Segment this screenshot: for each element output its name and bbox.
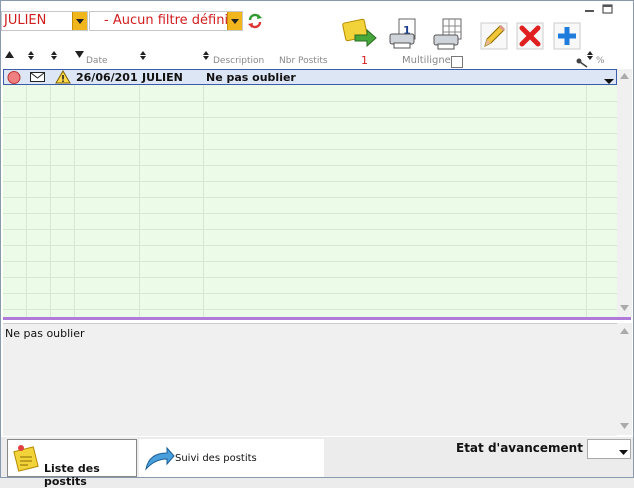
postit-text-area[interactable]: Ne pas oublier <box>3 323 617 436</box>
table-scrollbar[interactable] <box>617 69 632 317</box>
table-row[interactable] <box>3 293 617 310</box>
user-select[interactable]: JULIEN <box>1 11 88 31</box>
etat-avancement-select[interactable] <box>587 439 631 459</box>
memo-scrollbar[interactable] <box>617 323 632 435</box>
add-button[interactable] <box>552 21 582 51</box>
table-row[interactable] <box>3 149 617 166</box>
splitter[interactable] <box>3 317 631 320</box>
table-row[interactable] <box>3 245 617 262</box>
etat-avancement-label: Etat d'avancement <box>456 441 583 455</box>
restore-button[interactable] <box>599 3 617 15</box>
tab-liste-postits[interactable]: Liste des postits <box>7 439 137 488</box>
envelope-icon <box>30 72 46 86</box>
table-row[interactable] <box>3 229 617 246</box>
chevron-down-icon[interactable] <box>227 12 242 30</box>
sort-icon[interactable] <box>28 51 34 62</box>
table-row[interactable] <box>3 117 617 134</box>
user-select-value: JULIEN <box>4 13 47 28</box>
delete-button[interactable] <box>515 21 545 51</box>
postit-icon <box>12 443 42 476</box>
table-row[interactable] <box>3 133 617 150</box>
table-row[interactable] <box>3 85 617 102</box>
sort-icon[interactable] <box>5 51 14 61</box>
postits-table: 26/06/201 JULIEN Ne pas oublier <box>3 69 617 317</box>
sort-icon[interactable] <box>51 51 57 62</box>
postit-text: Ne pas oublier <box>5 327 85 340</box>
table-row[interactable] <box>3 261 617 278</box>
warning-icon <box>55 70 71 87</box>
row-date: 26/06/201 <box>76 71 138 84</box>
chevron-down-icon[interactable] <box>72 12 87 30</box>
print-grid-button[interactable] <box>431 17 465 51</box>
table-row[interactable] <box>3 213 617 230</box>
sort-icon[interactable] <box>203 51 209 62</box>
table-row[interactable] <box>3 197 617 214</box>
table-row[interactable] <box>3 101 617 118</box>
send-postit-button[interactable] <box>341 17 379 51</box>
row-user: JULIEN <box>142 71 183 84</box>
refresh-icon[interactable] <box>247 13 263 29</box>
postits-window: JULIEN - Aucun filtre défini 1 Date Desc… <box>0 0 634 488</box>
sort-icon[interactable] <box>75 51 84 61</box>
tab-suivi-label: Suivi des postits <box>175 453 257 464</box>
edit-pencil-button[interactable] <box>479 21 509 51</box>
chevron-down-icon[interactable] <box>619 446 628 459</box>
curved-arrow-icon <box>143 445 175 476</box>
selected-table-row[interactable]: 26/06/201 JULIEN Ne pas oublier <box>3 69 617 85</box>
tab-suivi-postits[interactable]: Suivi des postits <box>139 439 324 477</box>
multiligne-checkbox[interactable] <box>451 56 463 68</box>
row-description: Ne pas oublier <box>206 71 296 84</box>
tab-liste-label: Liste des postits <box>44 462 100 488</box>
print-one-button[interactable]: 1 <box>387 17 421 51</box>
priority-icon <box>7 71 21 87</box>
table-row[interactable] <box>3 181 617 198</box>
row-dropdown-icon[interactable] <box>604 75 614 88</box>
table-row[interactable] <box>3 277 617 294</box>
sort-icon[interactable] <box>140 51 146 62</box>
filter-select-value: - Aucun filtre défini <box>104 13 229 28</box>
table-row[interactable] <box>3 165 617 182</box>
filter-select[interactable]: - Aucun filtre défini <box>89 11 243 31</box>
minimize-button[interactable] <box>581 3 599 15</box>
